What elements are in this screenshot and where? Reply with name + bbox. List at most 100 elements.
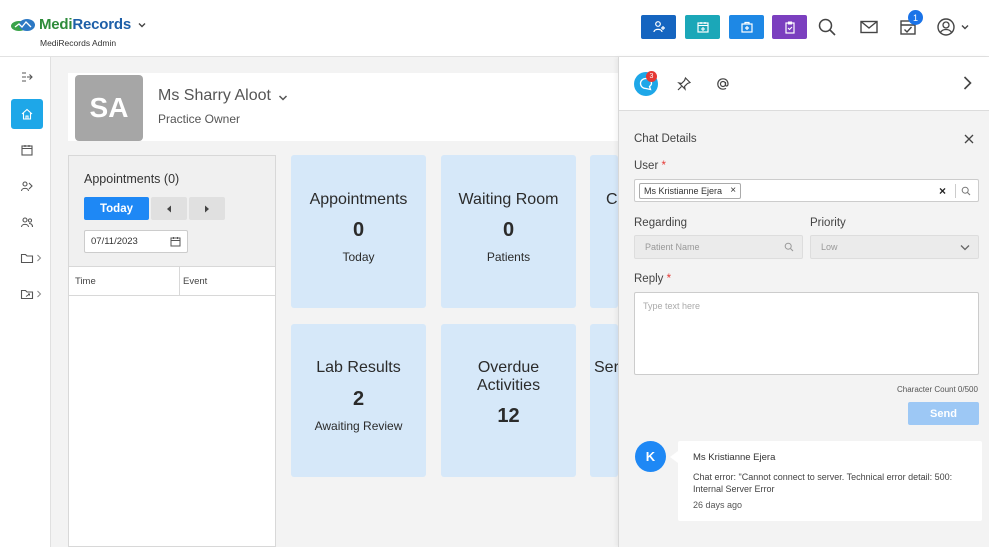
- tile-title-line1: Overdue: [477, 359, 540, 376]
- search-button[interactable]: [816, 16, 838, 38]
- tile-value: 2: [352, 388, 365, 410]
- remove-chip-icon[interactable]: ×: [730, 184, 736, 198]
- tab-mentions[interactable]: [711, 72, 735, 96]
- column-divider: [179, 267, 180, 296]
- tile-overdue-activities[interactable]: Overdue Activities 12: [441, 324, 576, 477]
- tile-title: Lab Results: [316, 359, 401, 376]
- chip-label: Ms Kristianne Ejera: [644, 186, 723, 196]
- tile-partial-co[interactable]: Co: [590, 155, 618, 308]
- tile-value: 0: [352, 219, 365, 241]
- brand-name: MediRecords: [39, 16, 131, 33]
- expand-icon: [22, 72, 33, 82]
- tile-subtitle: Awaiting Review: [314, 419, 403, 433]
- appointments-title: Appointments (0): [84, 172, 180, 186]
- search-icon: [784, 242, 794, 252]
- column-event: Event: [183, 276, 208, 287]
- search-icon[interactable]: [961, 186, 971, 196]
- nav-expand[interactable]: [11, 62, 43, 92]
- mail-icon: [860, 20, 878, 34]
- profile-card: SA Ms Sharry Aloot Practice Owner: [68, 73, 628, 141]
- message-timestamp: 26 days ago: [693, 500, 743, 510]
- today-button[interactable]: Today: [84, 197, 149, 220]
- chat-message: Ms Kristianne Ejera Chat error: "Cannot …: [670, 441, 982, 521]
- date-value: 07/11/2023: [91, 236, 138, 247]
- send-button[interactable]: Send: [908, 402, 979, 425]
- chevron-down-icon[interactable]: [137, 20, 147, 30]
- nav-home[interactable]: [11, 99, 43, 129]
- folder-share-icon: [20, 289, 34, 300]
- tile-lab-results[interactable]: Lab Results 2 Awaiting Review: [291, 324, 426, 477]
- chat-panel: 3 Chat Details User * Ms Kristianne Ejer…: [618, 57, 989, 547]
- add-appointment-button[interactable]: [685, 15, 720, 39]
- user-select-field[interactable]: Ms Kristianne Ejera × ×: [634, 179, 979, 202]
- notification-badge: 1: [908, 10, 923, 25]
- left-navigation: [0, 57, 51, 547]
- chat-tabs: 3: [619, 57, 989, 111]
- user-label: User *: [634, 160, 666, 172]
- chevron-down-icon: [961, 25, 969, 30]
- tile-waiting-room[interactable]: Waiting Room 0 Patients: [441, 155, 576, 308]
- patient-placeholder: Patient Name: [645, 242, 700, 252]
- chevron-down-icon: [278, 95, 287, 101]
- reply-label: Reply *: [634, 273, 672, 285]
- message-avatar: K: [635, 441, 666, 472]
- priority-select[interactable]: Low: [810, 235, 979, 259]
- reply-textarea[interactable]: Type text here: [634, 292, 979, 375]
- tile-subtitle: Today: [342, 250, 375, 264]
- caret-right-icon: [205, 205, 209, 212]
- profile-role: Practice Owner: [158, 112, 241, 126]
- message-author: Ms Kristianne Ejera: [693, 452, 776, 463]
- user-account-icon: [937, 18, 955, 36]
- date-picker-input[interactable]: 07/11/2023: [84, 230, 188, 253]
- nav-patients[interactable]: [11, 171, 43, 201]
- appointments-table-header: Time Event: [69, 266, 275, 296]
- add-encounter-button[interactable]: [729, 15, 764, 39]
- search-icon: [818, 18, 836, 36]
- patients-icon: [20, 181, 33, 192]
- chevron-right-icon[interactable]: [959, 75, 975, 91]
- tile-value: 12: [497, 405, 520, 427]
- nav-contacts[interactable]: [11, 207, 43, 237]
- tile-value: 0: [502, 219, 515, 241]
- clear-icon[interactable]: ×: [939, 184, 946, 198]
- tile-appointments[interactable]: Appointments 0 Today: [291, 155, 426, 308]
- caret-left-icon: [167, 205, 171, 212]
- user-menu-button[interactable]: [936, 16, 972, 38]
- app-logo[interactable]: MediRecords: [10, 16, 147, 33]
- add-patient-button[interactable]: [641, 15, 676, 39]
- nav-calendar[interactable]: [11, 135, 43, 165]
- close-icon[interactable]: [964, 134, 974, 144]
- tile-partial-ser[interactable]: Ser: [590, 324, 618, 477]
- messages-button[interactable]: [858, 16, 880, 38]
- selected-user-chip: Ms Kristianne Ejera ×: [639, 183, 742, 199]
- tile-title: Waiting Room: [458, 191, 559, 208]
- chevron-right-icon: [37, 254, 42, 262]
- chevron-right-icon: [37, 290, 42, 298]
- at-sign-icon: [717, 78, 729, 90]
- profile-name-text: Ms Sharry Aloot: [158, 87, 271, 104]
- tile-title: Appointments: [309, 191, 408, 208]
- avatar: SA: [75, 75, 143, 141]
- next-day-button[interactable]: [189, 197, 225, 220]
- unread-badge: 3: [646, 71, 657, 82]
- calendar-icon[interactable]: [170, 236, 181, 247]
- priority-label: Priority: [810, 217, 846, 229]
- calendar-icon: [21, 145, 33, 156]
- add-task-button[interactable]: [772, 15, 807, 39]
- profile-name[interactable]: Ms Sharry Aloot: [158, 87, 289, 105]
- top-bar: MediRecords MediRecords Admin 1: [0, 0, 989, 57]
- priority-value: Low: [821, 242, 838, 252]
- tile-subtitle: Patients: [486, 250, 531, 264]
- column-time: Time: [75, 276, 96, 287]
- tile-title-line2: Activities: [476, 377, 541, 394]
- previous-day-button[interactable]: [151, 197, 187, 220]
- appointments-panel: Appointments (0) Today 07/11/2023 Time E…: [68, 155, 276, 547]
- medical-kit-icon: [740, 21, 753, 33]
- tab-pinned[interactable]: [672, 72, 696, 96]
- pin-icon: [677, 76, 692, 91]
- appointments-header: Appointments (0) Today 07/11/2023: [69, 156, 275, 266]
- home-icon: [21, 108, 33, 120]
- message-text: Chat error: "Cannot connect to server. T…: [693, 472, 953, 494]
- patient-search-field[interactable]: Patient Name: [634, 235, 803, 259]
- calendar-add-icon: [696, 22, 709, 33]
